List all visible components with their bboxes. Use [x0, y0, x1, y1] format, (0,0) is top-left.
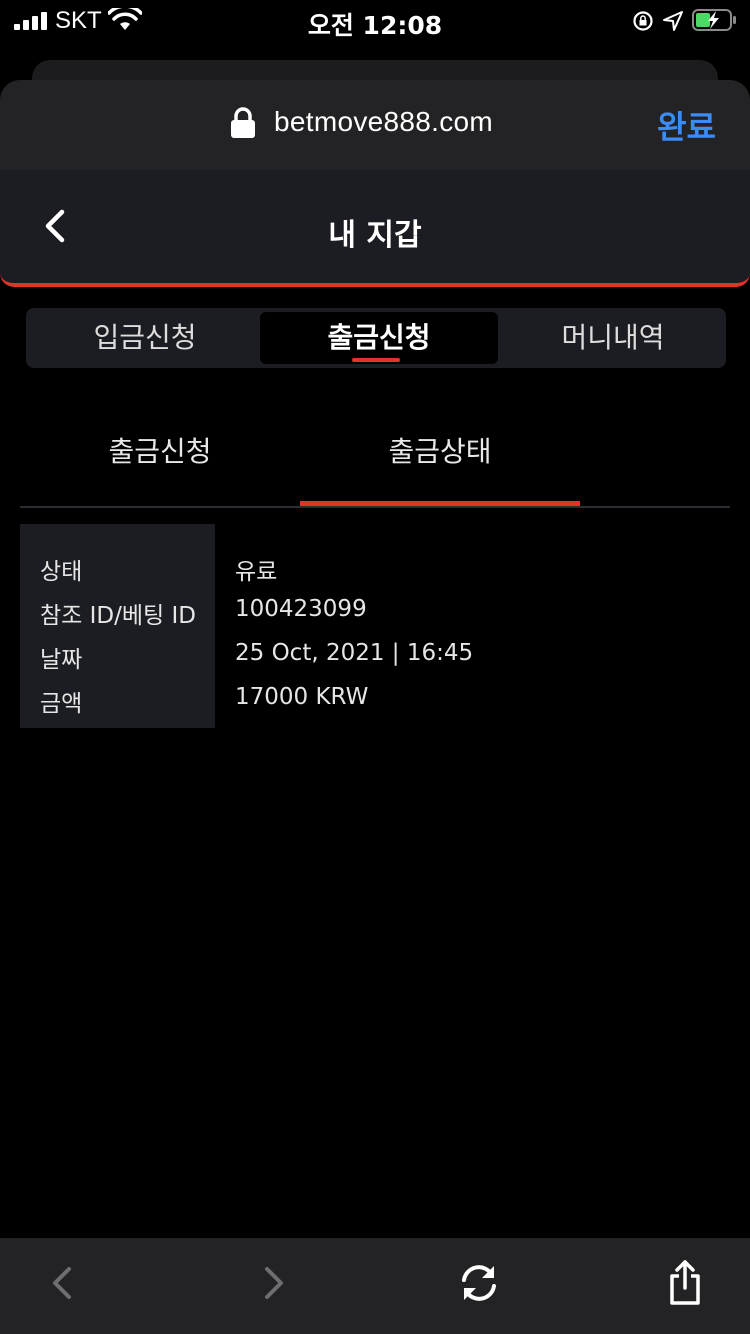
withdraw-status-details: 상태 유료 참조 ID/베팅 ID 100423099 날짜 25 Oct, 2… — [20, 524, 730, 728]
status-label: 상태 — [40, 559, 83, 585]
reference-id-value: 100423099 — [235, 596, 367, 622]
forward-arrow-icon[interactable] — [248, 1258, 298, 1308]
date-label: 날짜 — [40, 647, 83, 673]
rotation-lock-icon — [633, 11, 653, 31]
url-text[interactable]: betmove888.com — [274, 106, 493, 138]
lock-icon — [231, 107, 255, 138]
page-title: 내 지갑 — [328, 218, 422, 253]
tab-money-history[interactable]: 머니내역 — [494, 312, 732, 364]
reload-icon[interactable] — [454, 1258, 504, 1308]
page-header: 내 지갑 — [0, 170, 750, 287]
subtab-withdraw-status[interactable]: 출금상태 — [300, 430, 580, 470]
tab-label: 출금신청 — [327, 321, 431, 354]
browser-toolbar — [0, 1238, 750, 1334]
tab-withdraw-request[interactable]: 출금신청 — [260, 312, 498, 364]
date-value: 25 Oct, 2021 | 16:45 — [235, 640, 474, 666]
share-icon[interactable] — [660, 1258, 710, 1308]
tab-deposit-request[interactable]: 입금신청 — [26, 312, 264, 364]
back-arrow-icon[interactable] — [38, 1258, 88, 1308]
active-tab-indicator — [352, 358, 400, 362]
amount-label: 금액 — [40, 691, 83, 717]
wallet-tabs: 입금신청 출금신청 머니내역 — [26, 308, 726, 368]
location-arrow-icon — [663, 11, 683, 31]
done-button[interactable]: 완료 — [657, 102, 716, 148]
status-bar: SKT 오전 12:08 — [0, 0, 750, 40]
withdraw-subtabs: 출금신청 출금상태 — [20, 400, 730, 508]
browser-url-bar: betmove888.com 완료 — [0, 80, 750, 170]
subtab-withdraw-request[interactable]: 출금신청 — [20, 430, 300, 470]
active-subtab-indicator — [300, 501, 580, 506]
status-value: 유료 — [235, 559, 278, 585]
amount-value: 17000 KRW — [235, 684, 369, 710]
reference-id-label: 참조 ID/베팅 ID — [40, 603, 196, 629]
battery-charging-icon — [692, 9, 736, 31]
